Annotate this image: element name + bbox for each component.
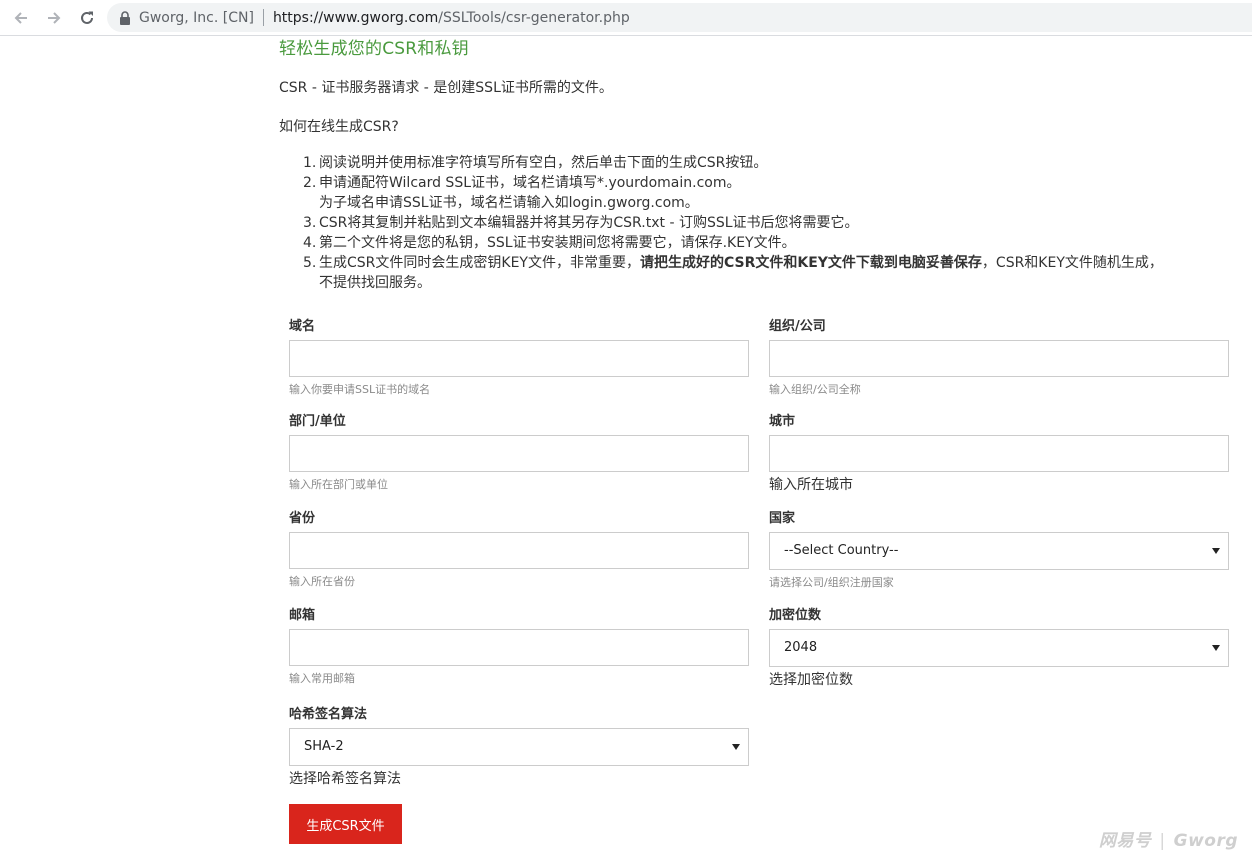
field-city: 城市 输入所在城市 xyxy=(769,413,1229,495)
step-text: 阅读说明并使用标准字符填写所有空白，然后单击下面的生成CSR按钮。 xyxy=(319,155,768,171)
country-help: 请选择公司/组织注册国家 xyxy=(769,576,894,589)
email-input[interactable] xyxy=(289,629,749,666)
department-help: 输入所在部门或单位 xyxy=(289,478,388,491)
hash-help: 选择哈希签名算法 xyxy=(289,771,401,787)
organization-input[interactable] xyxy=(769,340,1229,377)
key-size-help: 选择加密位数 xyxy=(769,672,853,688)
step-number: 4. xyxy=(303,235,317,251)
field-country: 国家 --Select Country-- 请选择公司/组织注册国家 xyxy=(769,510,1229,590)
watermark-author: Gworg xyxy=(1173,831,1238,851)
step-emphasis: 请把生成好的CSR文件和KEY文件下载到电脑妥善保存 xyxy=(639,255,982,271)
list-item: 2. 申请通配符Wilcard SSL证书，域名栏请填写*.yourdomain… xyxy=(303,173,1243,213)
forward-button[interactable] xyxy=(42,6,66,30)
hash-label: 哈希签名算法 xyxy=(289,707,368,722)
chevron-down-icon xyxy=(732,744,740,750)
watermark: 网易号 | Gworg xyxy=(1099,826,1238,851)
key-size-select[interactable]: 2048 xyxy=(769,629,1229,667)
step-number: 1. xyxy=(303,155,317,171)
intro-text: CSR - 证书服务器请求 - 是创建SSL证书所需的文件。 xyxy=(279,80,613,96)
field-organization: 组织/公司 输入组织/公司全称 xyxy=(769,318,1229,397)
step-number: 5. xyxy=(303,255,317,271)
url-path: /SSLTools/csr-generator.php xyxy=(438,9,630,26)
howto-heading: 如何在线生成CSR? xyxy=(279,119,399,135)
field-domain: 域名 输入你要申请SSL证书的域名 xyxy=(289,318,749,397)
step-text: 生成CSR文件同时会生成密钥KEY文件，非常重要， xyxy=(319,255,640,271)
back-button[interactable] xyxy=(9,6,33,30)
email-label: 邮箱 xyxy=(289,608,316,623)
reload-icon xyxy=(81,11,93,24)
generate-csr-button[interactable]: 生成CSR文件 xyxy=(289,804,402,844)
reload-button[interactable] xyxy=(75,6,99,30)
domain-help: 输入你要申请SSL证书的域名 xyxy=(289,383,431,396)
city-input[interactable] xyxy=(769,435,1229,472)
province-help: 输入所在省份 xyxy=(289,575,355,588)
browser-toolbar: Gworg, Inc. [CN] https://www.gworg.com/S… xyxy=(0,0,1252,36)
field-email: 邮箱 输入常用邮箱 xyxy=(289,607,749,686)
instruction-list: 1. 阅读说明并使用标准字符填写所有空白，然后单击下面的生成CSR按钮。 2. … xyxy=(303,153,1243,293)
step-text: 为子域名申请SSL证书，域名栏请输入如login.gworg.com。 xyxy=(319,195,699,211)
domain-label: 域名 xyxy=(289,319,316,334)
key-size-label: 加密位数 xyxy=(769,608,822,623)
organization-help: 输入组织/公司全称 xyxy=(769,383,861,396)
watermark-brand: 网易号 xyxy=(1098,831,1152,851)
watermark-divider: | xyxy=(1159,831,1166,851)
city-label: 城市 xyxy=(769,414,796,429)
step-text: 不提供找回服务。 xyxy=(319,275,431,291)
step-text: ，CSR和KEY文件随机生成， xyxy=(981,255,1163,271)
key-size-selected-value: 2048 xyxy=(784,640,818,655)
field-key-size: 加密位数 2048 选择加密位数 xyxy=(769,607,1229,690)
chevron-down-icon xyxy=(1212,645,1220,651)
step-text: CSR将其复制并粘贴到文本编辑器并将其另存为CSR.txt - 订购SSL证书后… xyxy=(319,215,859,231)
step-number: 2. xyxy=(303,175,317,191)
field-hash: 哈希签名算法 SHA-2 选择哈希签名算法 xyxy=(289,706,749,789)
step-text: 申请通配符Wilcard SSL证书，域名栏请填写*.yourdomain.co… xyxy=(319,175,741,191)
address-bar[interactable]: Gworg, Inc. [CN] https://www.gworg.com/S… xyxy=(107,3,1252,32)
list-item: 4. 第二个文件将是您的私钥，SSL证书安装期间您将需要它，请保存.KEY文件。 xyxy=(303,233,1243,253)
back-arrow-icon xyxy=(14,12,27,24)
hash-selected-value: SHA-2 xyxy=(304,739,344,754)
list-item: 3. CSR将其复制并粘贴到文本编辑器并将其另存为CSR.txt - 订购SSL… xyxy=(303,213,1243,233)
list-item: 1. 阅读说明并使用标准字符填写所有空白，然后单击下面的生成CSR按钮。 xyxy=(303,153,1243,173)
chevron-down-icon xyxy=(1212,548,1220,554)
domain-input[interactable] xyxy=(289,340,749,377)
department-label: 部门/单位 xyxy=(289,414,346,429)
step-text: 第二个文件将是您的私钥，SSL证书安装期间您将需要它，请保存.KEY文件。 xyxy=(319,235,796,251)
field-province: 省份 输入所在省份 xyxy=(289,510,749,589)
email-help: 输入常用邮箱 xyxy=(289,672,355,685)
address-divider xyxy=(262,9,264,26)
country-select[interactable]: --Select Country-- xyxy=(769,532,1229,570)
country-label: 国家 xyxy=(769,511,796,526)
list-item: 5. 生成CSR文件同时会生成密钥KEY文件，非常重要，请把生成好的CSR文件和… xyxy=(303,253,1243,293)
city-help: 输入所在城市 xyxy=(769,477,853,493)
step-number: 3. xyxy=(303,215,317,231)
url-host: https://www.gworg.com xyxy=(272,9,439,26)
site-identity: Gworg, Inc. [CN] xyxy=(139,9,254,26)
lock-icon xyxy=(120,10,130,25)
province-input[interactable] xyxy=(289,532,749,569)
department-input[interactable] xyxy=(289,435,749,472)
province-label: 省份 xyxy=(289,511,316,526)
hash-select[interactable]: SHA-2 xyxy=(289,728,749,766)
field-department: 部门/单位 输入所在部门或单位 xyxy=(289,413,749,492)
organization-label: 组织/公司 xyxy=(769,319,826,334)
country-selected-value: --Select Country-- xyxy=(784,543,899,558)
page-title: 轻松生成您的CSR和私钥 xyxy=(279,39,469,59)
forward-arrow-icon xyxy=(48,12,61,24)
